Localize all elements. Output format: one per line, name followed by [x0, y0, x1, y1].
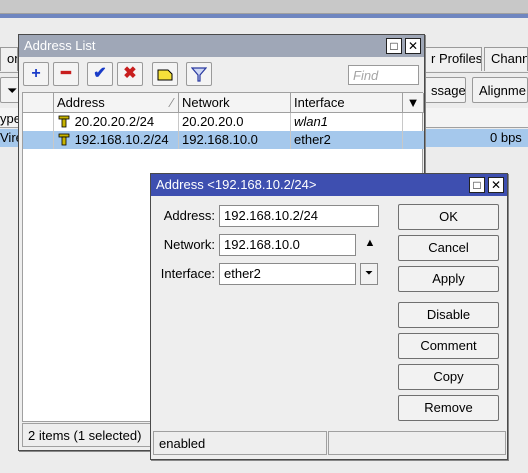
address-list-title: Address List: [24, 38, 96, 53]
filter-button[interactable]: [186, 62, 212, 86]
comment-button[interactable]: Comment: [398, 333, 499, 359]
address-icon: [58, 115, 70, 128]
x-icon: ✖: [123, 65, 137, 82]
minus-icon: ━: [61, 65, 71, 82]
bg-filter-button[interactable]: ⏷: [0, 77, 20, 103]
find-input[interactable]: Find: [348, 65, 419, 85]
dialog-status: enabled: [153, 431, 327, 455]
tab-partial-left[interactable]: on: [0, 47, 18, 71]
interface-dropdown-button[interactable]: ⏷: [360, 263, 378, 285]
network-label: Network:: [163, 237, 215, 252]
network-field[interactable]: 192.168.10.0: [219, 234, 356, 256]
disable-button[interactable]: ✖: [117, 62, 143, 86]
table-row-selected[interactable]: 192.168.10.2/24 192.168.10.0 ether2: [23, 131, 424, 149]
note-icon: [157, 69, 173, 81]
add-button[interactable]: +: [23, 62, 49, 86]
selection-count: 2 items (1 selected): [28, 428, 142, 443]
close-icon: ✕: [407, 39, 419, 53]
tab-channels[interactable]: Chann: [484, 47, 528, 71]
column-chooser[interactable]: ▼: [403, 93, 424, 113]
tab-profiles[interactable]: r Profiles: [424, 47, 482, 71]
copy-button[interactable]: Copy: [398, 364, 499, 390]
column-header-interface[interactable]: Interface: [291, 93, 403, 113]
interface-label: Interface:: [160, 266, 215, 281]
column-header-address[interactable]: Address ⁄: [54, 93, 179, 113]
column-label: Network: [182, 95, 230, 110]
interface-field[interactable]: ether2: [219, 263, 356, 285]
disable-button[interactable]: Disable: [398, 302, 499, 328]
triangle-up-icon: ▲: [364, 237, 376, 249]
maximize-icon: □: [390, 39, 398, 53]
interface-cell: ether2: [291, 131, 403, 149]
filter-icon: ⏷: [7, 83, 18, 98]
sort-icon: ⁄: [170, 95, 173, 110]
address-cell: 192.168.10.2/24: [54, 131, 179, 149]
address-cell: 20.20.20.2/24: [54, 113, 179, 131]
address-text: 20.20.20.2/24: [74, 114, 155, 129]
main-window-top: [0, 0, 528, 14]
address-field[interactable]: 192.168.10.2/24: [219, 205, 379, 227]
maximize-button[interactable]: □: [386, 38, 402, 54]
dialog-status-right: [328, 431, 506, 455]
dialog-titlebar[interactable]: Address <192.168.10.2/24>: [151, 174, 507, 196]
apply-button[interactable]: Apply: [398, 266, 499, 292]
address-icon: [58, 133, 70, 146]
remove-button[interactable]: Remove: [398, 395, 499, 421]
plus-icon: +: [31, 65, 41, 82]
table-header-blank: [23, 93, 54, 113]
address-text: 192.168.10.2/24: [74, 132, 169, 147]
status-text: enabled: [159, 436, 206, 451]
close-icon: ✕: [490, 178, 502, 192]
table-row[interactable]: 20.20.20.2/24 20.20.20.0 wlan1: [23, 113, 424, 131]
address-label: Address:: [163, 208, 215, 223]
network-cell: 192.168.10.0: [179, 131, 291, 149]
bg-alignment-button[interactable]: Alignme: [472, 77, 528, 103]
column-header-network[interactable]: Network: [179, 93, 291, 113]
enable-button[interactable]: ✔: [87, 62, 113, 86]
ok-button[interactable]: OK: [398, 204, 499, 230]
column-label: Interface: [294, 95, 345, 110]
dropdown-arrow-icon: ⏷: [365, 268, 373, 279]
close-button[interactable]: ✕: [405, 38, 421, 54]
dialog-maximize-button[interactable]: □: [469, 177, 485, 193]
column-label: Address: [57, 95, 105, 110]
cancel-button[interactable]: Cancel: [398, 235, 499, 261]
row-marker: [23, 113, 54, 131]
bg-message-button[interactable]: ssage: [424, 77, 466, 103]
maximize-icon: □: [473, 178, 481, 192]
comment-button[interactable]: [152, 62, 178, 86]
bg-row-rate: 0 bps: [490, 130, 522, 145]
row-marker: [23, 131, 54, 149]
chevron-down-icon: ▼: [406, 95, 420, 110]
dialog-title: Address <192.168.10.2/24>: [156, 177, 317, 192]
interface-cell: wlan1: [291, 113, 403, 131]
address-dialog: Address <192.168.10.2/24> □ ✕ Address: 1…: [150, 173, 508, 460]
check-icon: ✔: [93, 65, 107, 82]
remove-button[interactable]: ━: [53, 62, 79, 86]
dialog-close-button[interactable]: ✕: [488, 177, 504, 193]
filter-icon: [190, 67, 208, 82]
address-list-titlebar[interactable]: Address List: [19, 35, 424, 57]
collapse-network-button[interactable]: ▲: [361, 237, 379, 253]
network-cell: 20.20.20.0: [179, 113, 291, 131]
